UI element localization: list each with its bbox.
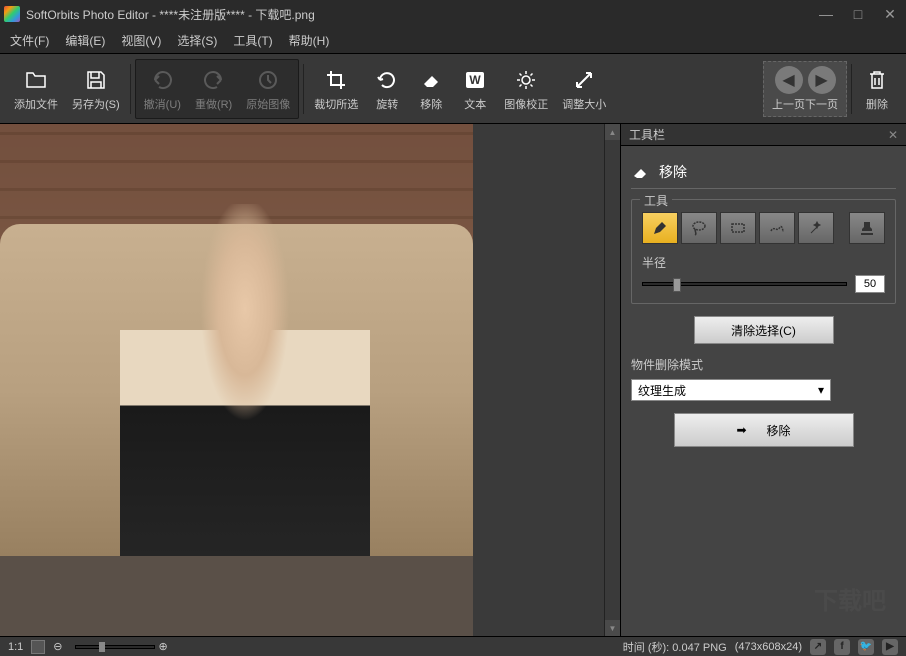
text-button[interactable]: W 文本 <box>454 62 496 116</box>
trash-icon <box>868 66 886 94</box>
crop-button[interactable]: 裁切所选 <box>308 62 364 116</box>
remove-button[interactable]: 移除 <box>410 62 452 116</box>
remove-action-button[interactable]: ➡ 移除 <box>674 413 854 447</box>
app-icon <box>4 6 20 22</box>
lasso-tool-button[interactable] <box>681 212 717 244</box>
delete-button[interactable]: 删除 <box>856 62 898 116</box>
brightness-icon <box>515 66 537 94</box>
radius-value[interactable]: 50 <box>855 275 885 293</box>
undo-button[interactable]: 撤消(U) <box>138 62 187 116</box>
twitter-icon[interactable]: 🐦 <box>858 639 874 655</box>
save-as-button[interactable]: 另存为(S) <box>66 62 126 116</box>
svg-text:W: W <box>470 73 482 87</box>
arrow-left-icon: ◀ <box>775 66 803 94</box>
history-icon <box>257 66 279 94</box>
zoom-out-button[interactable]: ⊖ <box>53 640 62 653</box>
rectangle-tool-button[interactable] <box>720 212 756 244</box>
statusbar: 1:1 ⊖ ⊕ 时间 (秒): 0.047 PNG (473x608x24) ↗… <box>0 636 906 656</box>
redo-icon <box>203 66 225 94</box>
menubar: 文件(F) 编辑(E) 视图(V) 选择(S) 工具(T) 帮助(H) <box>0 28 906 54</box>
menu-file[interactable]: 文件(F) <box>10 32 49 49</box>
remove-mode-label: 物件删除模式 <box>631 356 896 373</box>
resize-icon <box>574 66 594 94</box>
chevron-down-icon: ▾ <box>818 383 824 397</box>
maximize-button[interactable]: □ <box>846 5 870 23</box>
scroll-up-icon[interactable]: ▲ <box>605 124 620 140</box>
canvas[interactable] <box>0 124 604 636</box>
undo-icon <box>151 66 173 94</box>
menu-view[interactable]: 视图(V) <box>121 32 161 49</box>
save-icon <box>86 66 106 94</box>
add-file-button[interactable]: 添加文件 <box>8 62 64 116</box>
toolbar: 添加文件 另存为(S) 撤消(U) 重做(R) 原始图像 裁切所选 旋转 <box>0 54 906 124</box>
scroll-down-icon[interactable]: ▼ <box>605 620 620 636</box>
zoom-ratio: 1:1 <box>8 641 23 653</box>
panel-close-button[interactable]: ✕ <box>888 128 898 142</box>
menu-select[interactable]: 选择(S) <box>177 32 217 49</box>
clear-selection-button[interactable]: 清除选择(C) <box>694 316 834 344</box>
rotate-button[interactable]: 旋转 <box>366 62 408 116</box>
menu-help[interactable]: 帮助(H) <box>289 32 330 49</box>
marker-tool-button[interactable] <box>642 212 678 244</box>
share-icon[interactable]: ↗ <box>810 639 826 655</box>
time-info: 时间 (秒): 0.047 PNG <box>623 639 727 655</box>
slider-thumb[interactable] <box>673 278 681 292</box>
dimensions-info: (473x608x24) <box>735 641 802 653</box>
panel-title: 工具栏 <box>629 126 665 143</box>
resize-button[interactable]: 调整大小 <box>556 62 612 116</box>
menu-tools[interactable]: 工具(T) <box>233 32 272 49</box>
youtube-icon[interactable]: ▶ <box>882 639 898 655</box>
section-title: 移除 <box>659 162 687 182</box>
text-icon: W <box>465 66 485 94</box>
facebook-icon[interactable]: f <box>834 639 850 655</box>
crop-icon <box>326 66 346 94</box>
next-page-button[interactable]: ▶ 下一页 <box>805 66 838 112</box>
correction-button[interactable]: 图像校正 <box>498 62 554 116</box>
minimize-button[interactable]: — <box>814 5 838 23</box>
vertical-scrollbar[interactable]: ▲ ▼ <box>604 124 620 636</box>
folder-icon <box>25 66 47 94</box>
tools-label: 工具 <box>640 192 672 209</box>
magic-wand-button[interactable] <box>798 212 834 244</box>
zoom-slider[interactable] <box>75 645 155 649</box>
stamp-tool-button[interactable] <box>849 212 885 244</box>
nav-group: ◀ 上一页 ▶ 下一页 <box>763 61 847 117</box>
rotate-icon <box>376 66 398 94</box>
original-button[interactable]: 原始图像 <box>240 62 296 116</box>
radius-label: 半径 <box>642 254 885 271</box>
canvas-area: ▲ ▼ <box>0 124 620 636</box>
watermark: 下载吧 <box>814 581 886 616</box>
freehand-tool-button[interactable] <box>759 212 795 244</box>
photo <box>0 124 473 636</box>
close-button[interactable]: ✕ <box>878 5 902 23</box>
eraser-icon <box>421 66 441 94</box>
arrow-right-icon: ➡ <box>736 423 746 437</box>
titlebar: SoftOrbits Photo Editor - ****未注册版**** -… <box>0 0 906 28</box>
eraser-icon <box>631 162 651 182</box>
arrow-right-icon: ▶ <box>808 66 836 94</box>
radius-slider[interactable] <box>642 282 847 286</box>
remove-mode-dropdown[interactable]: 纹理生成 ▾ <box>631 379 831 401</box>
fit-screen-button[interactable] <box>31 640 45 654</box>
zoom-in-button[interactable]: ⊕ <box>159 640 168 653</box>
prev-page-button[interactable]: ◀ 上一页 <box>772 66 805 112</box>
window-title: SoftOrbits Photo Editor - ****未注册版**** -… <box>26 6 814 23</box>
tools-panel: 工具栏 ✕ 移除 工具 半径 <box>620 124 906 636</box>
menu-edit[interactable]: 编辑(E) <box>65 32 105 49</box>
redo-button[interactable]: 重做(R) <box>189 62 238 116</box>
